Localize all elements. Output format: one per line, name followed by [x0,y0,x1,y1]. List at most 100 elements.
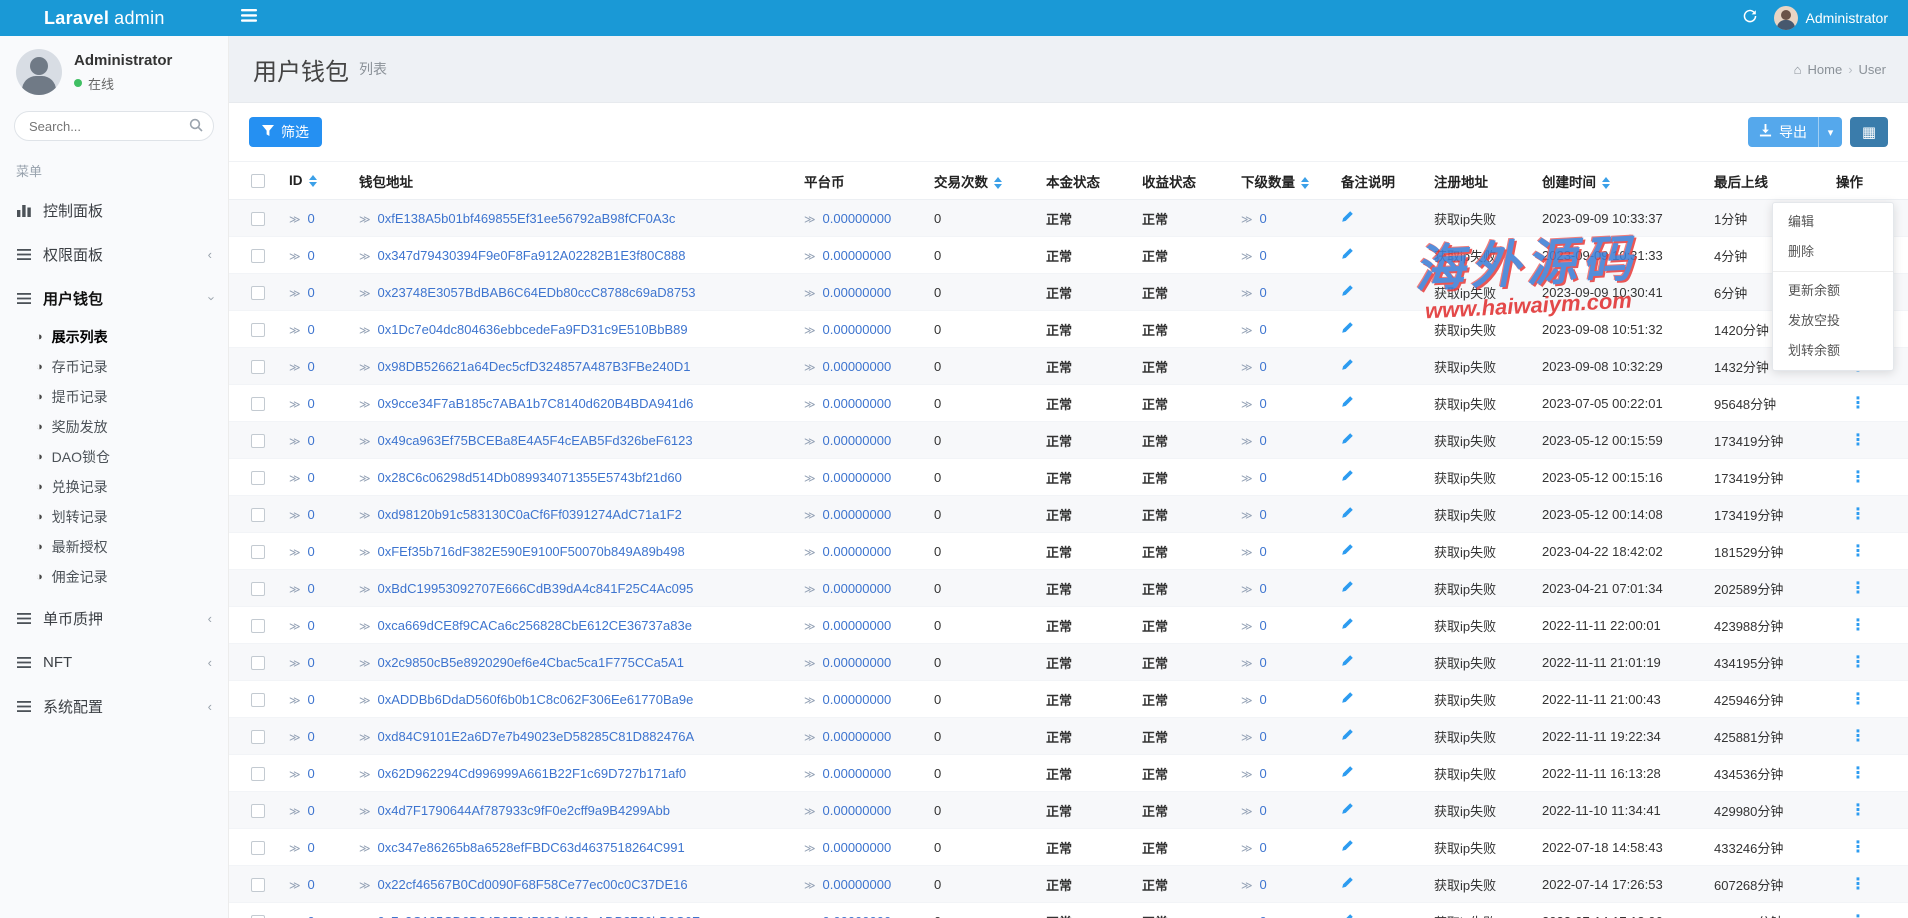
wallet-address-link[interactable]: 0xc347e86265b8a6528efFBDC63d4637518264C9… [378,840,685,855]
row-action-menu-item[interactable]: 删除 [1773,237,1893,267]
edit-remark-icon[interactable] [1341,506,1354,519]
wallet-address-link[interactable]: 0x62D962294Cd996999A661B22F1c69D727b171a… [378,766,687,781]
expand-icon[interactable]: ≫ [359,880,371,892]
column-header[interactable]: 交易次数 [928,162,1040,200]
expand-icon[interactable]: ≫ [1241,510,1253,522]
wallet-address-link[interactable]: 0x23748E3057BdBAB6C64EDb80ccC8788c69aD87… [378,285,696,300]
expand-icon[interactable]: ≫ [289,362,301,374]
platform-coin-link[interactable]: 0.00000000 [823,618,892,633]
subordinate-count-link[interactable]: 0 [1260,470,1267,485]
wallet-address-link[interactable]: 0xd84C9101E2a6D7e7b49023eD58285C81D88247… [378,729,695,744]
search-icon[interactable] [189,118,203,137]
expand-icon[interactable]: ≫ [359,473,371,485]
expand-icon[interactable]: ≫ [804,510,816,522]
wallet-address-link[interactable]: 0xd98120b91c583130C0aCf6Ff0391274AdC71a1… [378,507,682,522]
row-checkbox[interactable] [251,656,265,670]
row-id-link[interactable]: 0 [308,248,315,263]
subordinate-count-link[interactable]: 0 [1260,285,1267,300]
row-actions-icon[interactable]: ⋮ [1844,432,1872,449]
wallet-address-link[interactable]: 0xca669dCE8f9CACa6c256828CbE612CE36737a8… [378,618,692,633]
platform-coin-link[interactable]: 0.00000000 [823,359,892,374]
expand-icon[interactable]: ≫ [359,362,371,374]
wallet-address-link[interactable]: 0x28C6c06298d514Db089934071355E5743bf21d… [378,470,682,485]
wallet-address-link[interactable]: 0x347d79430394F9e0F8Fa912A02282B1E3f80C8… [378,248,686,263]
platform-coin-link[interactable]: 0.00000000 [823,655,892,670]
row-id-link[interactable]: 0 [308,914,315,918]
subordinate-count-link[interactable]: 0 [1260,248,1267,263]
row-checkbox[interactable] [251,767,265,781]
row-id-link[interactable]: 0 [308,507,315,522]
subordinate-count-link[interactable]: 0 [1260,840,1267,855]
wallet-address-link[interactable]: 0x7c2C195CD6D34B8F845992d380aADB2730bB9C… [378,914,700,918]
row-id-link[interactable]: 0 [308,285,315,300]
platform-coin-link[interactable]: 0.00000000 [823,766,892,781]
row-id-link[interactable]: 0 [308,544,315,559]
expand-icon[interactable]: ≫ [289,510,301,522]
wallet-address-link[interactable]: 0xBdC19953092707E666CdB39dA4c841F25C4Ac0… [378,581,694,596]
row-checkbox[interactable] [251,360,265,374]
expand-icon[interactable]: ≫ [289,658,301,670]
row-id-link[interactable]: 0 [308,322,315,337]
row-checkbox[interactable] [251,434,265,448]
platform-coin-link[interactable]: 0.00000000 [823,914,892,918]
export-button[interactable]: 导出 ▾ [1748,117,1842,147]
expand-icon[interactable]: ≫ [359,695,371,707]
subordinate-count-link[interactable]: 0 [1260,322,1267,337]
wallet-address-link[interactable]: 0x22cf46567B0Cd0090F68F58Ce77ec00c0C37DE… [378,877,688,892]
expand-icon[interactable]: ≫ [1241,732,1253,744]
row-actions-icon[interactable]: ⋮ [1844,395,1872,412]
row-actions-icon[interactable]: ⋮ [1844,876,1872,893]
subordinate-count-link[interactable]: 0 [1260,581,1267,596]
edit-remark-icon[interactable] [1341,432,1354,445]
expand-icon[interactable]: ≫ [289,695,301,707]
row-action-menu-item[interactable]: 更新余额 [1773,276,1893,306]
row-id-link[interactable]: 0 [308,877,315,892]
expand-icon[interactable]: ≫ [804,658,816,670]
sidebar-search-input[interactable] [14,111,214,141]
sidebar-subitem[interactable]: ◑提币记录 [0,382,228,412]
row-id-link[interactable]: 0 [308,581,315,596]
expand-icon[interactable]: ≫ [359,214,371,226]
expand-icon[interactable]: ≫ [289,843,301,855]
subordinate-count-link[interactable]: 0 [1260,359,1267,374]
expand-icon[interactable]: ≫ [289,547,301,559]
sidebar-subitem[interactable]: ◑展示列表 [0,322,228,352]
platform-coin-link[interactable]: 0.00000000 [823,581,892,596]
edit-remark-icon[interactable] [1341,247,1354,260]
row-actions-icon[interactable]: ⋮ [1844,913,1872,918]
wallet-address-link[interactable]: 0x4d7F1790644Af787933c9fF0e2cff9a9B4299A… [378,803,671,818]
row-checkbox[interactable] [251,286,265,300]
row-checkbox[interactable] [251,323,265,337]
expand-icon[interactable]: ≫ [804,843,816,855]
expand-icon[interactable]: ≫ [804,251,816,263]
platform-coin-link[interactable]: 0.00000000 [823,507,892,522]
expand-icon[interactable]: ≫ [359,621,371,633]
row-checkbox[interactable] [251,471,265,485]
row-actions-icon[interactable]: ⋮ [1844,839,1872,856]
platform-coin-link[interactable]: 0.00000000 [823,840,892,855]
sort-icon[interactable] [1301,177,1309,189]
expand-icon[interactable]: ≫ [804,288,816,300]
subordinate-count-link[interactable]: 0 [1260,655,1267,670]
expand-icon[interactable]: ≫ [804,547,816,559]
expand-icon[interactable]: ≫ [289,251,301,263]
row-id-link[interactable]: 0 [308,433,315,448]
app-logo[interactable]: Laravel admin [0,0,229,36]
row-checkbox[interactable] [251,508,265,522]
expand-icon[interactable]: ≫ [289,769,301,781]
refresh-button[interactable] [1742,8,1758,29]
platform-coin-link[interactable]: 0.00000000 [823,544,892,559]
edit-remark-icon[interactable] [1341,654,1354,667]
expand-icon[interactable]: ≫ [1241,806,1253,818]
edit-remark-icon[interactable] [1341,728,1354,741]
subordinate-count-link[interactable]: 0 [1260,396,1267,411]
filter-button[interactable]: 筛选 [249,117,322,147]
expand-icon[interactable]: ≫ [804,214,816,226]
column-header[interactable]: ID [283,162,353,200]
column-selector-button[interactable]: ▦ [1850,117,1888,147]
row-action-menu-item[interactable]: 发放空投 [1773,306,1893,336]
row-checkbox[interactable] [251,397,265,411]
edit-remark-icon[interactable] [1341,580,1354,593]
row-actions-icon[interactable]: ⋮ [1844,802,1872,819]
expand-icon[interactable]: ≫ [1241,288,1253,300]
